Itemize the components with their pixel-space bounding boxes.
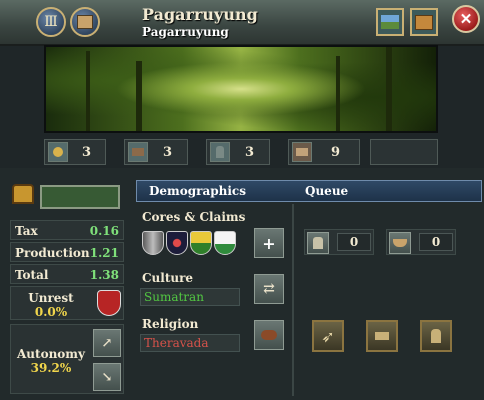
tab-queue[interactable]: Queue bbox=[305, 184, 348, 198]
base-manpower-value: 3 bbox=[244, 144, 255, 160]
tax-row: Tax 0.16 bbox=[10, 220, 124, 240]
autonomy-value: 39.2% bbox=[30, 361, 72, 375]
culture-title: Culture bbox=[142, 271, 194, 285]
production-icon bbox=[128, 142, 148, 162]
fabricate-claim-button[interactable]: + bbox=[254, 228, 284, 258]
army-queue-count: 0 bbox=[337, 233, 371, 251]
trade-goods-stat[interactable]: 9 bbox=[288, 139, 360, 165]
treasure-chest-icon bbox=[12, 184, 34, 206]
plus-icon: + bbox=[262, 233, 276, 253]
core-shield-4[interactable] bbox=[214, 231, 236, 255]
panel-divider bbox=[292, 204, 294, 396]
province-banner-image bbox=[44, 45, 438, 133]
navy-queue-count: 0 bbox=[419, 233, 453, 251]
tab-bar: Demographics Queue bbox=[136, 180, 482, 202]
building-icon bbox=[77, 15, 93, 29]
unrest-shield-icon[interactable] bbox=[97, 290, 121, 316]
production-value: 1.21 bbox=[89, 246, 119, 260]
base-tax-stat[interactable]: 3 bbox=[44, 139, 106, 165]
production-row: Production 1.21 bbox=[10, 242, 124, 262]
total-label: Total bbox=[15, 268, 49, 282]
cores-claims-title: Cores & Claims bbox=[142, 210, 246, 224]
convert-culture-icon: ⇄ bbox=[263, 281, 275, 297]
religion-value: Theravada bbox=[140, 334, 240, 352]
bow-icon: ➶ bbox=[321, 326, 335, 346]
ship-icon bbox=[389, 232, 411, 254]
tax-icon bbox=[48, 142, 68, 162]
send-missionary-button[interactable] bbox=[254, 320, 284, 350]
autonomy-label: Autonomy bbox=[17, 347, 85, 361]
trade-goods-icon bbox=[292, 142, 312, 162]
soldier-icon bbox=[431, 329, 441, 343]
army-queue-box[interactable]: 0 bbox=[304, 229, 374, 255]
unrest-value: 0.0% bbox=[34, 305, 68, 319]
tax-label: Tax bbox=[15, 224, 38, 238]
base-manpower-stat[interactable]: 3 bbox=[206, 139, 270, 165]
recruit-artillery-button[interactable] bbox=[420, 320, 452, 352]
close-button[interactable]: ✕ bbox=[452, 5, 480, 33]
province-buildings-button[interactable] bbox=[70, 7, 100, 37]
culture-value: Sumatran bbox=[140, 288, 240, 306]
missionary-icon bbox=[261, 330, 277, 340]
manpower-icon bbox=[210, 142, 230, 162]
treasury-bar bbox=[40, 185, 120, 209]
unrest-label: Unrest bbox=[28, 291, 74, 305]
province-subtitle: Pagarruyung bbox=[142, 25, 229, 39]
core-shield-2[interactable] bbox=[166, 231, 188, 255]
unrest-box: Unrest 0.0% bbox=[10, 286, 124, 320]
hammer-icon bbox=[375, 332, 389, 340]
convert-culture-button[interactable]: ⇄ bbox=[254, 274, 284, 304]
map-view-button[interactable] bbox=[376, 8, 404, 36]
core-shield-3[interactable] bbox=[190, 231, 212, 255]
base-production-stat[interactable]: 3 bbox=[124, 139, 188, 165]
base-tax-value: 3 bbox=[81, 144, 92, 160]
tab-demographics[interactable]: Demographics bbox=[149, 184, 246, 198]
empty-stat-slot bbox=[370, 139, 438, 165]
recruit-infantry-button[interactable]: ➶ bbox=[312, 320, 344, 352]
total-value: 1.38 bbox=[89, 268, 119, 282]
base-production-value: 3 bbox=[162, 144, 173, 160]
province-title: Pagarruyung bbox=[142, 5, 258, 24]
soldiers-icon bbox=[307, 232, 329, 254]
decrease-autonomy-icon: ↘ bbox=[101, 369, 113, 385]
landscape-icon bbox=[381, 15, 399, 29]
production-label: Production bbox=[15, 246, 90, 260]
navy-queue-box[interactable]: 0 bbox=[386, 229, 456, 255]
province-capital-button[interactable]: Ⅲ bbox=[36, 7, 66, 37]
ledger-button[interactable] bbox=[410, 8, 438, 36]
recruit-cavalry-button[interactable] bbox=[366, 320, 398, 352]
core-shield-1[interactable] bbox=[142, 231, 164, 255]
decrease-autonomy-button[interactable]: ↘ bbox=[93, 363, 121, 391]
pillar-icon: Ⅲ bbox=[44, 14, 58, 30]
close-icon: ✕ bbox=[459, 9, 473, 28]
increase-autonomy-button[interactable]: ↗ bbox=[93, 329, 121, 357]
increase-autonomy-icon: ↗ bbox=[101, 335, 113, 351]
religion-title: Religion bbox=[142, 317, 199, 331]
book-icon bbox=[415, 14, 433, 30]
autonomy-box: Autonomy 39.2% ↗ ↘ bbox=[10, 324, 124, 394]
total-row: Total 1.38 bbox=[10, 264, 124, 284]
trade-goods-value: 9 bbox=[330, 144, 341, 160]
tax-value: 0.16 bbox=[89, 224, 119, 238]
